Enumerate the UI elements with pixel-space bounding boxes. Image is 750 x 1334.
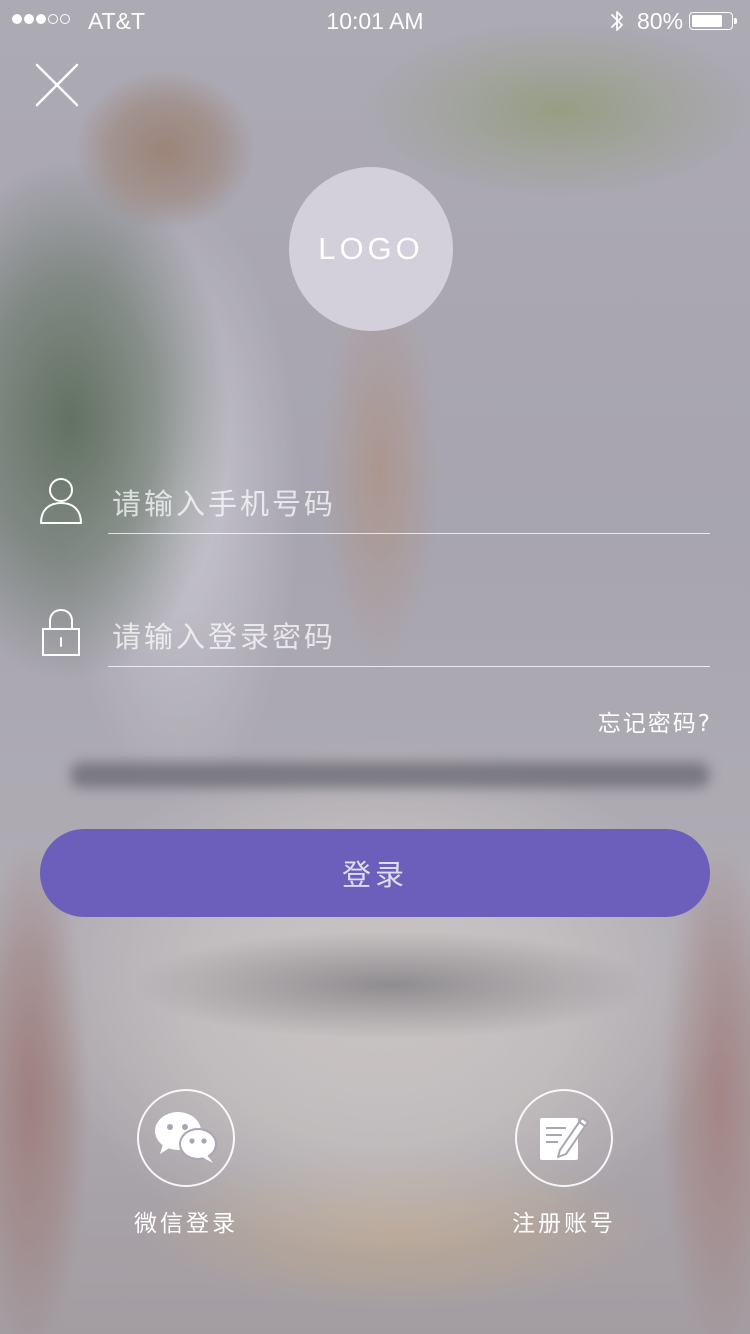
battery-tip	[734, 18, 737, 24]
forgot-password-link[interactable]: 忘记密码?	[598, 704, 712, 738]
lock-icon	[42, 608, 80, 656]
close-icon	[35, 63, 79, 107]
login-button[interactable]: 登录	[40, 829, 710, 917]
wechat-icon	[155, 1112, 217, 1163]
register-button[interactable]: 注册账号	[464, 1089, 664, 1238]
wechat-login-label: 微信登录	[134, 1211, 238, 1237]
logo-text: LOGO	[318, 231, 424, 266]
login-screen: AT&T 10:01 AM 80% LOGO 请输入手机号码 忘记密码? 登录 …	[0, 0, 750, 1334]
status-bar: AT&T 10:01 AM 80%	[0, 0, 750, 40]
password-field-row	[0, 603, 750, 683]
phone-input[interactable]	[108, 474, 710, 534]
edit-icon	[540, 1117, 589, 1160]
wechat-login-button[interactable]: 微信登录	[86, 1089, 286, 1238]
close-button[interactable]	[30, 58, 84, 112]
edit-icon-circle	[515, 1089, 613, 1187]
wechat-icon-circle	[137, 1089, 235, 1187]
register-label: 注册账号	[512, 1211, 616, 1237]
password-input[interactable]	[108, 607, 710, 667]
phone-field-row	[0, 470, 750, 550]
battery-percentage: 80%	[637, 8, 684, 34]
user-icon	[40, 478, 82, 524]
battery-level-fill	[692, 15, 722, 27]
bluetooth-icon	[611, 11, 623, 31]
app-logo: LOGO	[289, 167, 453, 331]
battery-icon	[689, 12, 733, 30]
